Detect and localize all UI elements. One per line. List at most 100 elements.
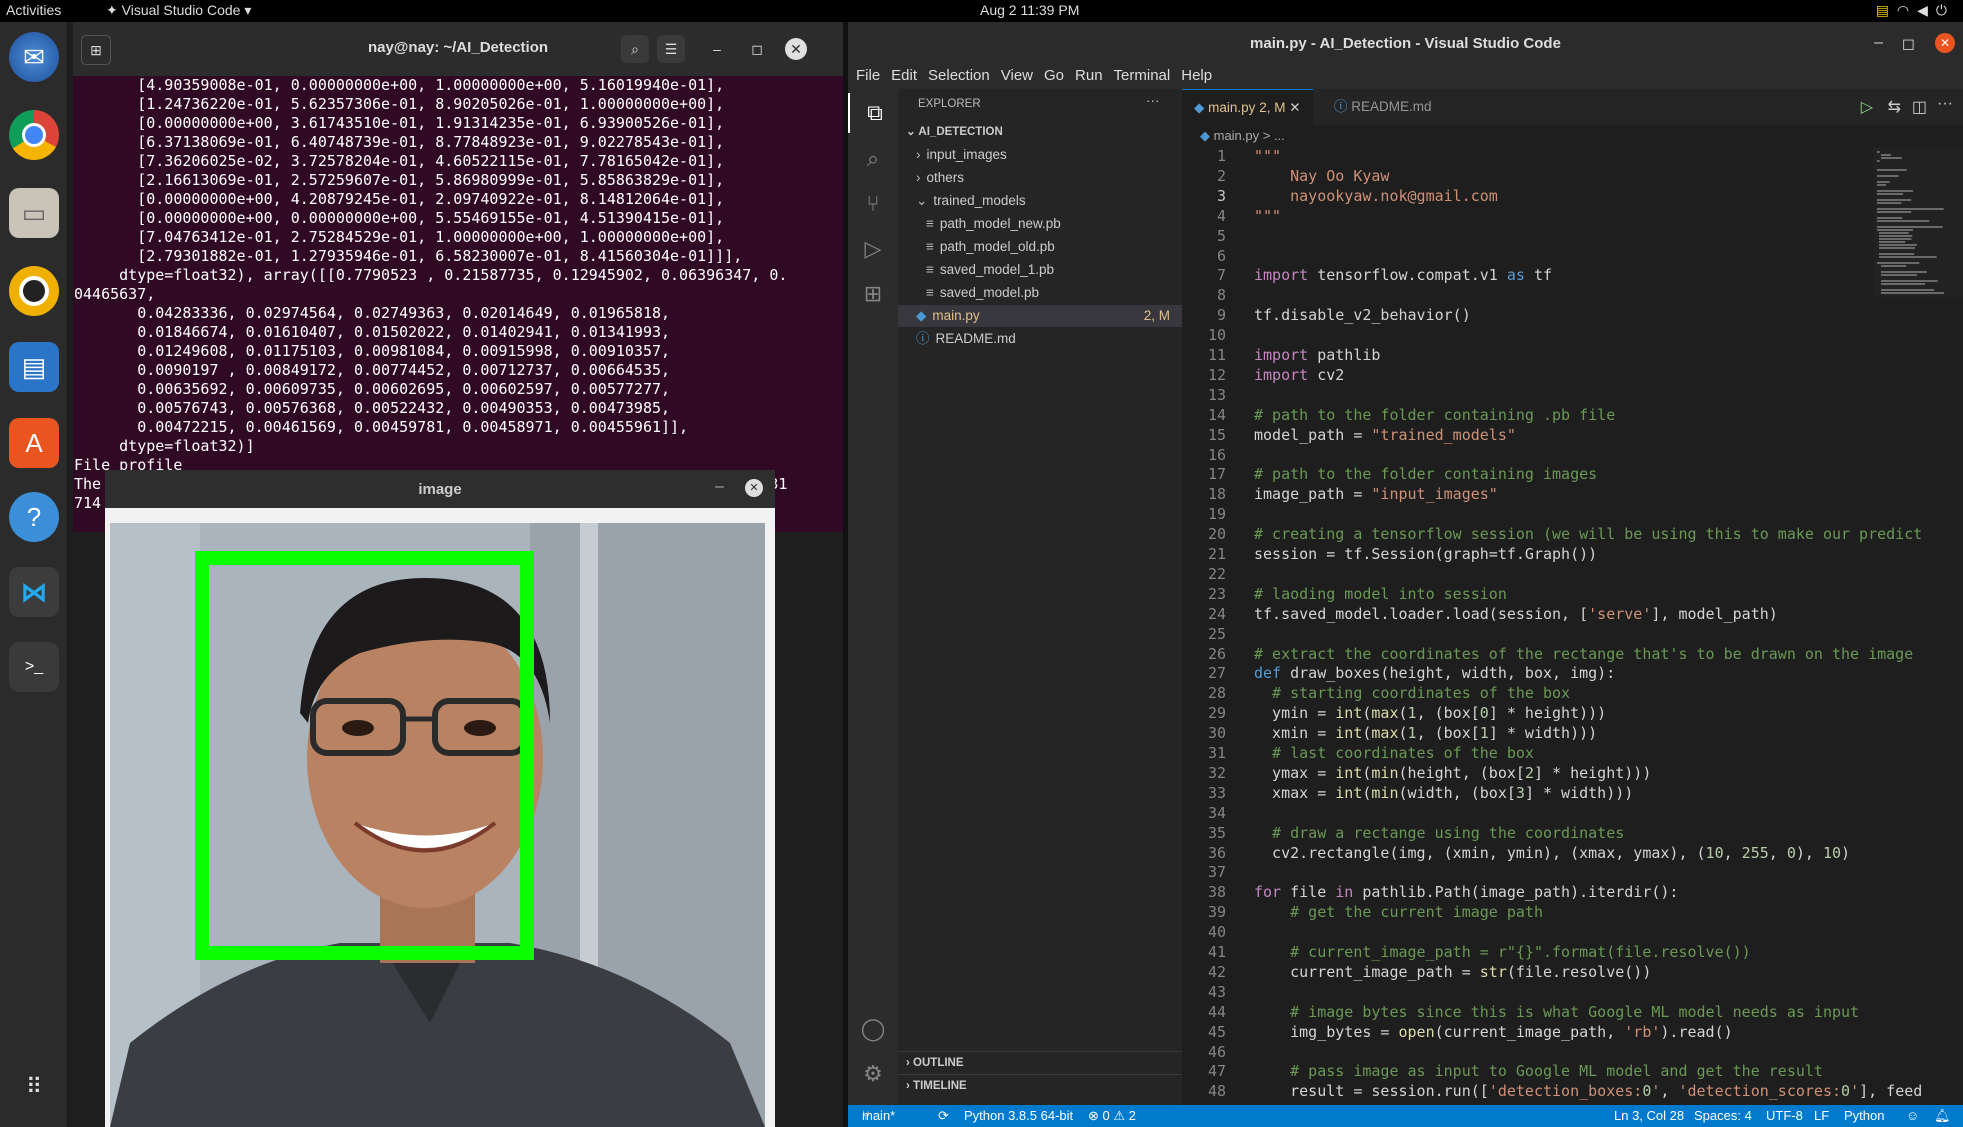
tree-item-path-model-new-pb[interactable]: ≡ path_model_new.pb — [898, 213, 1182, 235]
menu-edit[interactable]: Edit — [891, 67, 917, 84]
code-line[interactable]: # get the current image path — [1254, 903, 1543, 923]
run-file-icon[interactable]: ▷ — [1861, 97, 1873, 117]
tree-item-saved-model-1-pb[interactable]: ≡ saved_model_1.pb — [898, 259, 1182, 281]
code-line[interactable]: xmax = int(min(width, (box[3] * width))) — [1254, 784, 1633, 804]
python-interpreter[interactable]: Python 3.8.5 64-bit — [964, 1105, 1073, 1127]
app-menu[interactable]: ✦ Visual Studio Code ▾ — [106, 2, 251, 19]
system-tray[interactable]: ▤◠◀⏻ — [1876, 2, 1955, 19]
tab-readme[interactable]: ⓘ README.md — [1322, 89, 1444, 125]
tree-item-input-images[interactable]: › input_images — [898, 144, 1182, 166]
code-line[interactable]: nayookyaw.nok@gmail.com — [1254, 187, 1498, 207]
thunderbird-icon[interactable]: ✉ — [9, 32, 59, 82]
compare-icon[interactable]: ⇆ — [1888, 97, 1901, 117]
code-line[interactable]: cv2.rectangle(img, (xmin, ymin), (xmax, … — [1254, 844, 1850, 864]
code-line[interactable]: model_path = "trained_models" — [1254, 426, 1516, 446]
run-debug-icon[interactable]: ▷ — [848, 229, 898, 269]
code-line[interactable]: # extract the coordinates of the rectang… — [1254, 645, 1913, 665]
terminal-window[interactable]: ⊞ nay@nay: ~/AI_Detection ⌕ ☰ – ◻ ✕ [4.9… — [73, 22, 843, 532]
minimize-icon[interactable]: – — [703, 35, 731, 63]
tree-item-main-py[interactable]: ◆ main.py 2, M — [898, 305, 1182, 327]
settings-gear-icon[interactable]: ⚙ — [848, 1054, 898, 1094]
code-editor[interactable]: 1 """ 2 Nay Oo Kyaw 3 nayookyaw.nok@gmail.c… — [1182, 147, 1942, 1105]
tree-item-saved-model-pb[interactable]: ≡ saved_model.pb — [898, 282, 1182, 304]
tree-item-trained-models[interactable]: ⌄ trained_models — [898, 190, 1182, 212]
code-line[interactable]: # starting coordinates of the box — [1254, 684, 1570, 704]
search-icon[interactable]: ⌕ — [848, 139, 898, 179]
close-icon[interactable]: ✕ — [745, 479, 763, 497]
code-line[interactable]: # creating a tensorflow session (we will… — [1254, 525, 1922, 545]
code-line[interactable]: tf.disable_v2_behavior() — [1254, 306, 1471, 326]
show-apps-icon[interactable]: ⠿ — [9, 1062, 59, 1112]
code-line[interactable]: Nay Oo Kyaw — [1254, 167, 1389, 187]
cursor-position[interactable]: Ln 3, Col 28 — [1614, 1105, 1684, 1127]
close-icon[interactable]: ✕ — [1935, 33, 1955, 53]
code-line[interactable]: import tensorflow.compat.v1 as tf — [1254, 266, 1552, 286]
timeline-section[interactable]: › TIMELINE — [898, 1074, 1182, 1097]
search-icon[interactable]: ⌕ — [621, 35, 649, 63]
feedback-icon[interactable]: ☺ — [1906, 1105, 1919, 1127]
menu-terminal[interactable]: Terminal — [1114, 67, 1171, 84]
software-icon[interactable]: A — [9, 418, 59, 468]
source-control-icon[interactable]: ⑂ — [848, 184, 898, 224]
help-icon[interactable]: ? — [9, 492, 59, 542]
vscode-window[interactable]: main.py - AI_Detection - Visual Studio C… — [848, 22, 1963, 1127]
menu-icon[interactable]: ☰ — [657, 35, 685, 63]
code-line[interactable]: """ — [1254, 207, 1281, 227]
code-line[interactable]: # path to the folder containing .pb file — [1254, 406, 1615, 426]
breadcrumb[interactable]: ◆ main.py > ... — [1182, 125, 1963, 147]
notifications-icon[interactable]: 🔔︎ — [1934, 1105, 1951, 1127]
image-window[interactable]: image – ✕ — [105, 470, 775, 1127]
encoding-setting[interactable]: UTF-8 — [1766, 1105, 1803, 1127]
code-line[interactable]: # current_image_path = r"{}".format(file… — [1254, 943, 1751, 963]
vscode-icon[interactable]: ⋈ — [9, 567, 59, 617]
maximize-icon[interactable]: ◻ — [743, 35, 771, 63]
code-line[interactable]: ymax = int(min(height, (box[2] * height)… — [1254, 764, 1651, 784]
split-editor-icon[interactable]: ◫ — [1912, 97, 1927, 117]
maximize-icon[interactable]: ◻ — [1902, 34, 1915, 54]
minimize-icon[interactable]: – — [715, 478, 724, 496]
more-actions-icon[interactable]: ··· — [1937, 95, 1953, 113]
tree-item-path-model-old-pb[interactable]: ≡ path_model_old.pb — [898, 236, 1182, 258]
menu-run[interactable]: Run — [1075, 67, 1103, 84]
problems-indicator[interactable]: ⊗ 0 ⚠ 2 — [1088, 1105, 1136, 1127]
close-icon[interactable]: ✕ — [785, 38, 807, 60]
indent-setting[interactable]: Spaces: 4 — [1694, 1105, 1752, 1127]
menu-help[interactable]: Help — [1181, 67, 1212, 84]
code-line[interactable]: ymin = int(max(1, (box[0] * height))) — [1254, 704, 1606, 724]
code-line[interactable]: import cv2 — [1254, 366, 1344, 386]
clock[interactable]: Aug 2 11:39 PM — [980, 2, 1079, 18]
tree-item-others[interactable]: › others — [898, 167, 1182, 189]
code-line[interactable]: tf.saved_model.loader.load(session, ['se… — [1254, 605, 1778, 625]
chrome-icon[interactable] — [9, 110, 59, 160]
code-line[interactable]: def draw_boxes(height, width, box, img): — [1254, 664, 1615, 684]
code-line[interactable]: current_image_path = str(file.resolve()) — [1254, 963, 1651, 983]
close-tab-icon[interactable]: ✕ — [1289, 100, 1300, 115]
code-line[interactable]: import pathlib — [1254, 346, 1380, 366]
tree-item-readme-md[interactable]: ⓘ README.md — [898, 328, 1182, 350]
menu-file[interactable]: File — [856, 67, 880, 84]
rhythmbox-icon[interactable] — [9, 266, 59, 316]
language-mode[interactable]: Python — [1844, 1105, 1884, 1127]
activities-button[interactable]: Activities — [6, 2, 61, 18]
terminal-output[interactable]: [4.90359008e-01, 0.00000000e+00, 1.00000… — [73, 76, 843, 532]
menu-go[interactable]: Go — [1044, 67, 1064, 84]
more-actions-icon[interactable]: ··· — [1146, 93, 1160, 108]
code-line[interactable]: # pass image as input to Google ML model… — [1254, 1062, 1823, 1082]
code-line[interactable]: session = tf.Session(graph=tf.Graph()) — [1254, 545, 1597, 565]
eol-setting[interactable]: LF — [1814, 1105, 1829, 1127]
code-line[interactable]: # last coordinates of the box — [1254, 744, 1534, 764]
code-line[interactable]: result = session.run(['detection_boxes:0… — [1254, 1082, 1922, 1102]
code-line[interactable]: # draw a rectange using the coordinates — [1254, 824, 1624, 844]
code-line[interactable]: image_path = "input_images" — [1254, 485, 1498, 505]
code-line[interactable]: """ — [1254, 147, 1281, 167]
workspace-root[interactable]: ⌄ AI_DETECTION — [898, 121, 1182, 143]
code-line[interactable]: # image bytes since this is what Google … — [1254, 1003, 1859, 1023]
minimize-icon[interactable]: – — [1874, 34, 1883, 52]
minimap[interactable] — [1873, 147, 1963, 297]
outline-section[interactable]: › OUTLINE — [898, 1051, 1182, 1074]
terminal-icon[interactable]: >_ — [9, 642, 59, 692]
editor-area[interactable]: ◆ main.py 2, M ✕ ⓘ README.md ▷ ⇆ ◫ ··· ◆… — [1182, 89, 1963, 1105]
code-line[interactable]: # path to the folder containing images — [1254, 465, 1597, 485]
files-icon[interactable]: ▭ — [9, 188, 59, 238]
menu-selection[interactable]: Selection — [928, 67, 990, 84]
